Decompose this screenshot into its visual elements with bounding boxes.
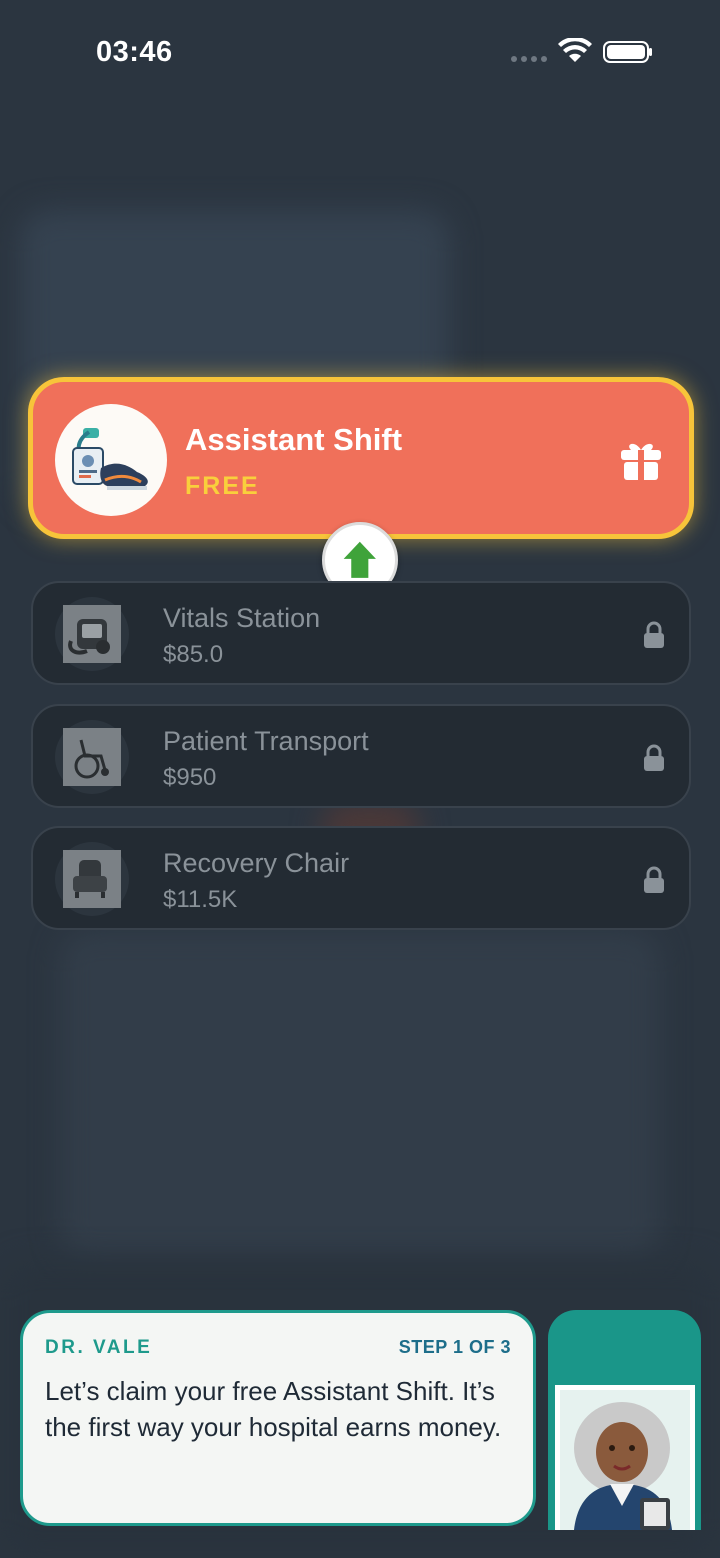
item-image-wrap [55,597,129,671]
doctor-portrait-card [548,1310,701,1530]
lock-icon [644,744,664,771]
locked-item-vitals-station[interactable]: Vitals Station $85.0 [31,581,691,685]
locked-item-patient-transport[interactable]: Patient Transport $950 [31,704,691,808]
status-time: 03:46 [96,36,173,68]
arrow-up-icon [343,541,376,578]
item-name: Patient Transport [163,726,369,756]
lock-icon [644,866,664,893]
patient-transport-image [63,728,121,786]
assistant-shift-image [55,404,167,516]
item-price: $11.5K [163,886,238,913]
cellular-signal-icon [511,56,547,62]
lock-icon [644,621,664,648]
dialog-speaker: DR. VALE [45,1337,153,1358]
locked-item-recovery-chair[interactable]: Recovery Chair $11.5K [31,826,691,930]
gift-icon [621,443,661,480]
dialog-message: Let’s claim your free Assistant Shift. I… [45,1376,502,1442]
featured-item-assistant-shift[interactable]: Assistant Shift FREE [28,377,694,539]
status-bar: 03:46 [0,0,720,100]
battery-icon [603,41,652,63]
dialog-step-indicator: STEP 1 OF 3 [398,1337,511,1357]
item-name: Vitals Station [163,603,321,633]
recovery-chair-image [63,850,121,908]
item-price: $85.0 [163,641,224,668]
wifi-icon [558,38,592,62]
featured-item-price: FREE [185,472,260,500]
item-image-wrap [55,842,129,916]
tutorial-dialog[interactable]: DR. VALE STEP 1 OF 3 Let’s claim your fr… [20,1310,536,1526]
item-price: $950 [163,764,217,791]
featured-item-name: Assistant Shift [185,422,403,457]
doctor-avatar [555,1385,695,1530]
vitals-station-image [63,605,121,663]
item-name: Recovery Chair [163,848,350,878]
item-image-wrap [55,720,129,794]
